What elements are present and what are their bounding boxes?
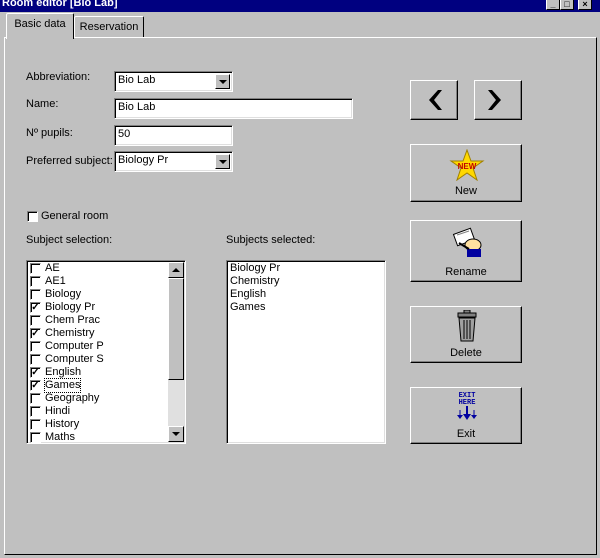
preferred-subject-value: Biology Pr [118,154,169,166]
name-field[interactable]: Bio Lab [114,98,353,119]
subject-checkbox[interactable]: ✓ [30,380,41,391]
preferred-subject-dropdown[interactable]: Biology Pr [114,151,233,172]
subject-checkbox[interactable] [30,393,41,404]
selected-subject-item[interactable]: Games [230,301,265,314]
tab-reservation-label: Reservation [79,21,139,33]
pupils-value: 50 [118,128,131,140]
next-button[interactable] [474,80,522,120]
name-value: Bio Lab [118,101,156,113]
tab-basic-data-label: Basic data [14,18,66,30]
subject-checkbox[interactable] [30,341,41,352]
subject-checkbox[interactable]: ✓ [30,367,41,378]
subject-name: English [45,366,82,378]
previous-button[interactable] [410,80,458,120]
subject-checkbox[interactable] [30,432,41,443]
subject-selection-list[interactable]: AE AE1 Biology ✓ Biology Pr Chem Prac ✓ Chemist… [26,260,186,444]
arrow-left-icon [429,90,442,110]
subject-name: History [45,418,80,430]
subject-checkbox[interactable] [30,276,41,287]
general-room-label: General room [41,210,109,222]
name-label: Name: [26,98,59,110]
abbreviation-value: Bio Lab [118,74,156,86]
subject-name: AE [45,262,60,274]
exit-button-label: Exit [456,428,476,440]
tab-reservation[interactable]: Reservation [74,16,144,38]
pupils-label: Nº pupils: [26,127,73,139]
exit-button[interactable]: EXIT HERE Exit [410,387,522,444]
scroll-up-button[interactable] [168,262,184,278]
subject-checkbox[interactable]: ✓ [30,302,41,313]
delete-button[interactable]: Delete [410,306,522,363]
subject-selection-label: Subject selection: [26,234,113,246]
subject-checkbox[interactable] [30,354,41,365]
tab-basic-data[interactable]: Basic data [6,13,74,39]
exit-here-icon: EXIT HERE [457,392,477,420]
delete-button-label: Delete [450,347,482,359]
subject-checkbox[interactable] [30,419,41,430]
subject-name: Biology [45,288,82,300]
subjects-selected-label: Subjects selected: [226,234,316,246]
selected-subject-item[interactable]: Chemistry [230,275,280,288]
scroll-thumb[interactable] [168,278,184,380]
subject-name: Maths [45,431,75,443]
rename-button-label: Rename [445,266,487,278]
subject-name: Geography [45,392,100,404]
scroll-down-button[interactable] [168,426,184,442]
chevron-down-icon[interactable] [215,154,230,169]
subject-checkbox[interactable] [30,315,41,326]
rename-hand-icon [452,227,482,257]
subject-checkbox[interactable] [30,263,41,274]
close-button[interactable]: × [578,0,592,10]
subject-name: Chemistry [45,327,95,339]
subject-name: Hindi [45,405,71,417]
window-title: Room editor [Bio Lab] [2,0,118,9]
arrow-right-icon [488,90,501,110]
general-room-checkbox[interactable] [27,211,38,222]
chevron-down-icon[interactable] [215,74,230,89]
new-button-label: New [454,185,477,197]
title-bar: Room editor [Bio Lab] _ □ × [0,0,600,12]
subject-name: Computer S [45,353,104,365]
maximize-button[interactable]: □ [560,0,574,10]
subjects-selected-list[interactable]: Biology Pr Chemistry English Games [226,260,386,444]
subject-list-scrollbar[interactable] [168,262,184,442]
trash-can-icon [457,310,477,342]
new-star-icon-text: NEW [458,162,477,171]
selected-subject-item[interactable]: Biology Pr [230,262,280,275]
rename-button[interactable]: Rename [410,220,522,282]
subject-checkbox[interactable] [30,289,41,300]
selected-subject-item[interactable]: English [230,288,266,301]
subject-checkbox[interactable] [30,406,41,417]
subject-name: Games [43,378,82,393]
subject-name: Computer P [45,340,104,352]
subject-name: Chem Prac [45,314,101,326]
exit-icon-line2: HERE [459,399,476,407]
new-star-icon: NEW [449,149,485,181]
minimize-button[interactable]: _ [546,0,560,10]
subject-name: AE1 [45,275,66,287]
pupils-field[interactable]: 50 [114,125,233,146]
subject-name: Biology Pr [45,301,96,313]
new-button[interactable]: NEW New [410,144,522,202]
abbreviation-label: Abbreviation: [26,71,91,83]
abbreviation-dropdown[interactable]: Bio Lab [114,71,233,92]
preferred-subject-label: Preferred subject: [26,155,113,167]
subject-checkbox[interactable]: ✓ [30,328,41,339]
